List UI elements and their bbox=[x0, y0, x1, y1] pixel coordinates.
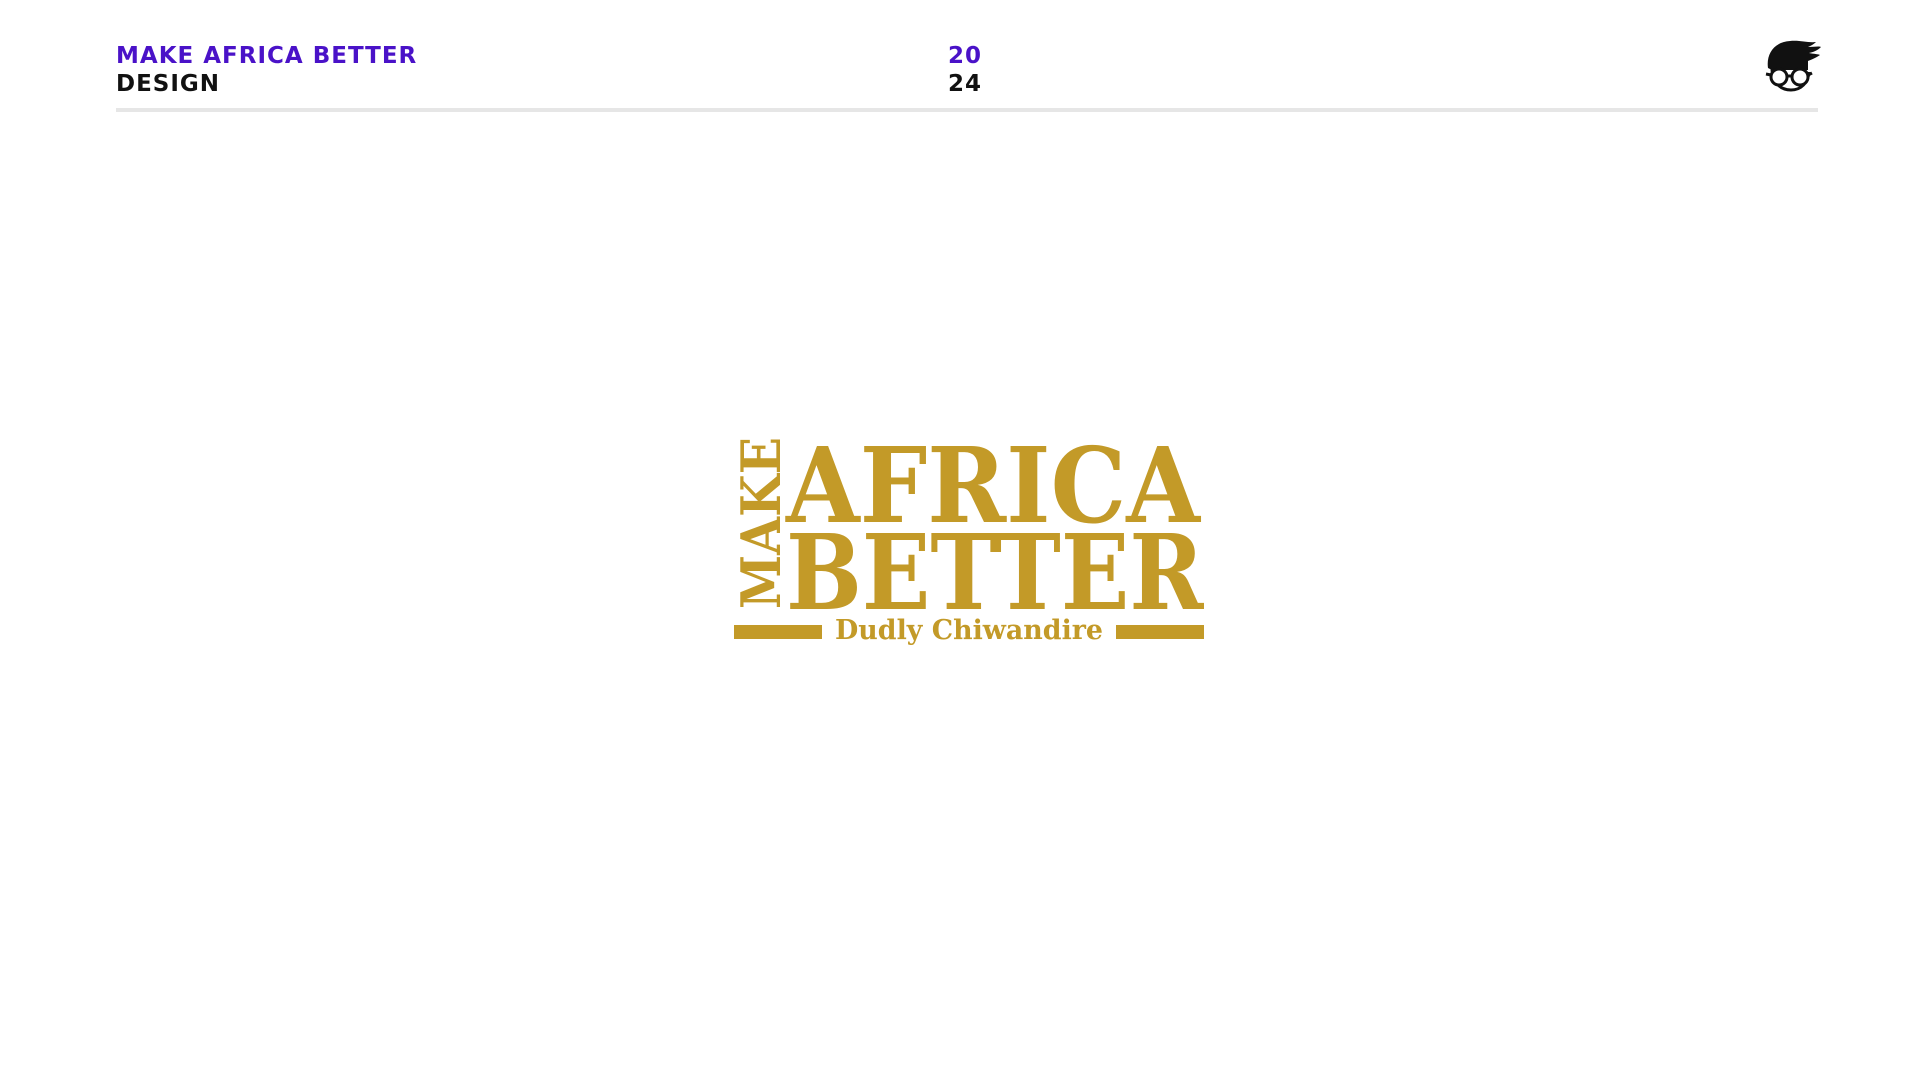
logo-bar-right bbox=[1116, 625, 1204, 639]
project-title: MAKE AFRICA BETTER bbox=[116, 43, 418, 69]
header-year: 20 24 bbox=[948, 42, 982, 98]
make-africa-better-logo: MAKE AFRICA BETTER Dudly Chiwandire bbox=[734, 436, 1204, 648]
logo-vertical-word: MAKE bbox=[734, 437, 793, 609]
header-project-info: MAKE AFRICA BETTER DESIGN bbox=[116, 42, 417, 98]
project-subtitle: DESIGN bbox=[116, 71, 221, 97]
logo-author: Dudly Chiwandire bbox=[835, 615, 1103, 646]
year-bottom: 24 bbox=[948, 71, 983, 97]
header-divider bbox=[116, 108, 1818, 112]
year-top: 20 bbox=[948, 43, 983, 69]
logo-bar-left bbox=[734, 625, 822, 639]
avatar-glasses-icon bbox=[1764, 38, 1822, 94]
